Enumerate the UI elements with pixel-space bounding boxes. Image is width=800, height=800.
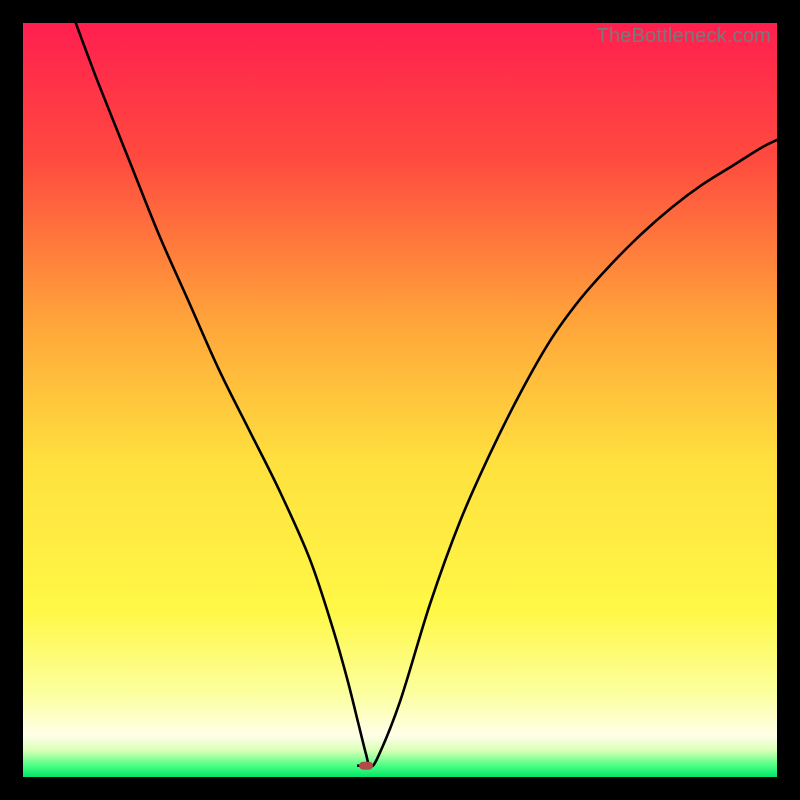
optimal-marker [359, 762, 373, 770]
chart-frame: TheBottleneck.com [23, 23, 777, 777]
gradient-background [23, 23, 777, 777]
bottleneck-plot [23, 23, 777, 777]
watermark-text: TheBottleneck.com [596, 25, 771, 48]
